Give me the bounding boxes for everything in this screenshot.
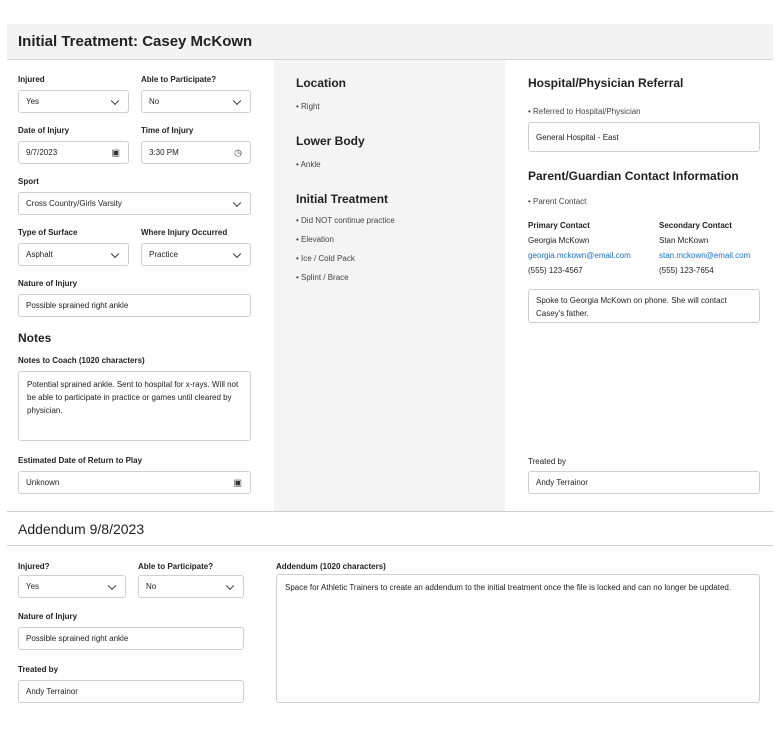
injured-select[interactable]: Yes bbox=[18, 90, 129, 113]
addendum-nature-value: Possible sprained right ankle bbox=[26, 634, 129, 643]
addendum-injured-label: Injured? bbox=[18, 562, 50, 571]
toi-value: 3:30 PM bbox=[149, 148, 179, 157]
addendum-injured-value: Yes bbox=[26, 582, 40, 591]
addendum-nature-input[interactable]: Possible sprained right ankle bbox=[18, 627, 244, 650]
date-of-injury-input[interactable]: 9/7/2023 ▣ bbox=[18, 141, 129, 164]
chevron-down-icon bbox=[110, 96, 120, 105]
secondary-contact-phone: (555) 123-7654 bbox=[659, 266, 714, 275]
addendum-injured-select[interactable]: Yes bbox=[18, 575, 126, 598]
nature-label: Nature of Injury bbox=[18, 279, 78, 288]
chevron-down-icon bbox=[232, 249, 242, 258]
surface-select[interactable]: Asphalt bbox=[18, 243, 129, 266]
location-item: • Right bbox=[296, 102, 320, 111]
treated-by-label: Treated by bbox=[528, 457, 566, 466]
treated-by-input[interactable]: Andy Terrainor bbox=[528, 471, 760, 494]
addendum-able-select[interactable]: No bbox=[138, 575, 244, 598]
treated-by-value: Andy Terrainor bbox=[536, 478, 588, 487]
page-header: Initial Treatment: Casey McKown bbox=[7, 24, 773, 60]
treatment-item: • Elevation bbox=[296, 235, 334, 244]
return-date-input[interactable]: Unknown ▣ bbox=[18, 471, 251, 494]
primary-contact-email[interactable]: georgia.mckown@email.com bbox=[528, 251, 631, 260]
addendum-nature-label: Nature of Injury bbox=[18, 612, 78, 621]
chevron-down-icon bbox=[232, 96, 242, 105]
sport-label: Sport bbox=[18, 177, 39, 186]
addendum-treated-label: Treated by bbox=[18, 665, 59, 674]
section-divider bbox=[7, 545, 773, 546]
return-value: Unknown bbox=[26, 478, 60, 487]
referral-value: General Hospital - East bbox=[536, 132, 619, 142]
primary-contact-label: Primary Contact bbox=[528, 221, 590, 230]
able-select[interactable]: No bbox=[141, 90, 251, 113]
contact-note-textarea[interactable]: Spoke to Georgia McKown on phone. She wi… bbox=[528, 289, 760, 323]
referral-input[interactable]: General Hospital - East bbox=[528, 122, 760, 152]
calendar-icon[interactable]: ▣ bbox=[233, 478, 242, 487]
doi-label: Date of Injury bbox=[18, 126, 70, 135]
section-divider bbox=[7, 511, 773, 512]
chevron-down-icon bbox=[225, 581, 235, 590]
return-label: Estimated Date of Return to Play bbox=[18, 456, 143, 465]
contact-bullet: • Parent Contact bbox=[528, 197, 587, 206]
injured-value: Yes bbox=[26, 97, 40, 106]
chevron-down-icon bbox=[107, 581, 117, 590]
treatment-heading: Initial Treatment bbox=[296, 192, 389, 206]
addendum-textarea[interactable]: Space for Athletic Trainers to create an… bbox=[276, 574, 760, 703]
treatment-item: • Ice / Cold Pack bbox=[296, 254, 355, 263]
notes-heading: Notes bbox=[18, 331, 52, 345]
primary-contact-phone: (555) 123-4567 bbox=[528, 266, 583, 275]
able-label: Able to Participate? bbox=[141, 75, 217, 84]
secondary-contact-email[interactable]: stan.mckown@email.com bbox=[659, 251, 750, 260]
nature-value: Possible sprained right ankle bbox=[26, 301, 129, 310]
where-value: Practice bbox=[149, 250, 178, 259]
surface-value: Asphalt bbox=[26, 250, 53, 259]
injured-label: Injured bbox=[18, 75, 45, 84]
secondary-contact-name: Stan McKown bbox=[659, 236, 709, 245]
calendar-icon[interactable]: ▣ bbox=[111, 148, 120, 157]
addendum-treated-input[interactable]: Andy Terrainor bbox=[18, 680, 244, 703]
where-select[interactable]: Practice bbox=[141, 243, 251, 266]
sport-select[interactable]: Cross Country/Girls Varsity bbox=[18, 192, 251, 215]
notes-textarea[interactable]: Potential sprained ankle. Sent to hospit… bbox=[18, 371, 251, 441]
chevron-down-icon bbox=[110, 249, 120, 258]
nature-input[interactable]: Possible sprained right ankle bbox=[18, 294, 251, 317]
addendum-able-value: No bbox=[146, 582, 157, 591]
sport-value: Cross Country/Girls Varsity bbox=[26, 199, 122, 208]
addendum-able-label: Able to Participate? bbox=[138, 562, 214, 571]
addendum-text-label: Addendum (1020 characters) bbox=[276, 562, 386, 571]
surface-label: Type of Surface bbox=[18, 228, 78, 237]
notes-label: Notes to Coach (1020 characters) bbox=[18, 356, 145, 365]
doi-value: 9/7/2023 bbox=[26, 148, 58, 157]
lower-body-item: • Ankle bbox=[296, 160, 321, 169]
referral-bullet: • Referred to Hospital/Physician bbox=[528, 107, 641, 116]
able-value: No bbox=[149, 97, 160, 106]
referral-heading: Hospital/Physician Referral bbox=[528, 76, 684, 90]
injury-details-panel bbox=[274, 60, 505, 511]
secondary-contact-label: Secondary Contact bbox=[659, 221, 732, 230]
treatment-item: • Did NOT continue practice bbox=[296, 216, 395, 225]
toi-label: Time of Injury bbox=[141, 126, 194, 135]
clock-icon[interactable]: ◷ bbox=[234, 148, 242, 157]
lower-body-heading: Lower Body bbox=[296, 134, 365, 148]
chevron-down-icon bbox=[232, 198, 242, 207]
addendum-treated-value: Andy Terrainor bbox=[26, 687, 78, 696]
treatment-item: • Splint / Brace bbox=[296, 273, 349, 282]
page-title: Initial Treatment: Casey McKown bbox=[18, 33, 253, 50]
contact-heading: Parent/Guardian Contact Information bbox=[528, 169, 739, 183]
addendum-title: Addendum 9/8/2023 bbox=[18, 521, 145, 537]
location-heading: Location bbox=[296, 76, 346, 90]
primary-contact-name: Georgia McKown bbox=[528, 236, 590, 245]
where-label: Where Injury Occurred bbox=[141, 228, 228, 237]
time-of-injury-input[interactable]: 3:30 PM ◷ bbox=[141, 141, 251, 164]
